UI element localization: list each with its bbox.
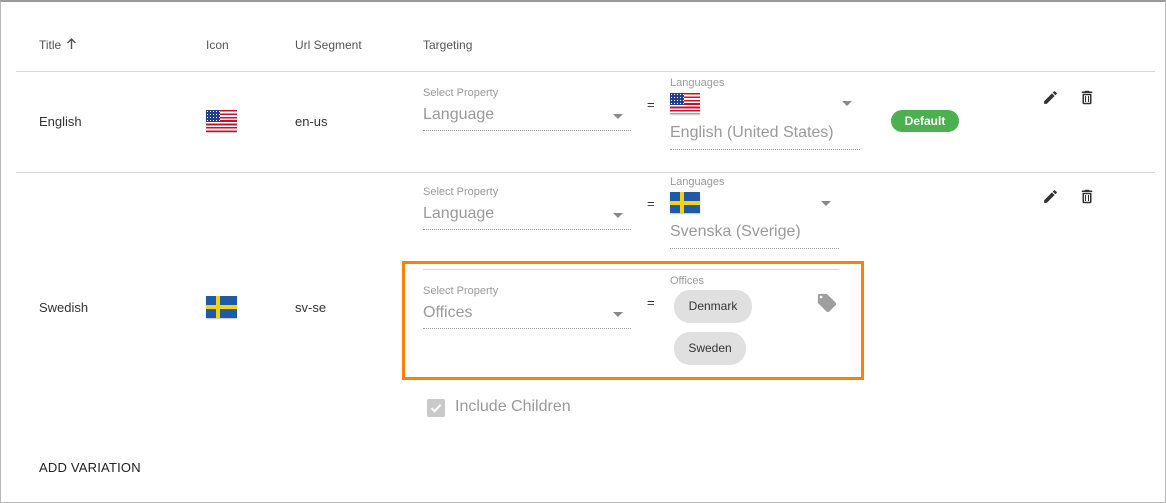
row-url: sv-se bbox=[295, 300, 327, 315]
delete-button[interactable] bbox=[1078, 187, 1096, 211]
header-divider bbox=[16, 71, 1155, 72]
trash-icon bbox=[1081, 189, 1093, 204]
pencil-icon bbox=[1044, 190, 1057, 203]
language-select-value[interactable]: English (United States) bbox=[670, 124, 834, 142]
languages-label: Languages bbox=[670, 77, 725, 89]
row-url: en-us bbox=[295, 114, 328, 129]
variations-panel: Title Icon Url Segment Targeting English… bbox=[0, 0, 1166, 503]
property-select-underline bbox=[423, 130, 631, 131]
se-flag bbox=[206, 296, 237, 318]
trash-icon bbox=[1081, 90, 1093, 105]
col-header-title[interactable]: Title bbox=[39, 38, 77, 52]
row-divider bbox=[16, 172, 1155, 173]
tag-button[interactable] bbox=[816, 292, 838, 319]
default-badge: Default bbox=[891, 110, 959, 132]
operator: = bbox=[647, 97, 655, 112]
pencil-icon bbox=[1044, 91, 1057, 104]
delete-button[interactable] bbox=[1078, 88, 1096, 112]
language-select-value[interactable]: Svenska (Sverige) bbox=[670, 223, 801, 241]
us-flag bbox=[670, 93, 700, 114]
us-flag bbox=[206, 110, 237, 132]
row-title: Swedish bbox=[39, 300, 89, 315]
offices-label: Offices bbox=[670, 275, 705, 287]
chevron-down-icon[interactable] bbox=[613, 114, 623, 119]
property-select-value[interactable]: Offices bbox=[423, 304, 473, 322]
language-select-underline bbox=[670, 248, 839, 249]
select-property-label: Select Property bbox=[423, 186, 499, 198]
property-select-underline bbox=[423, 328, 631, 329]
chevron-down-icon[interactable] bbox=[842, 101, 852, 106]
languages-label: Languages bbox=[670, 176, 725, 188]
property-select-value[interactable]: Language bbox=[423, 205, 494, 223]
edit-button[interactable] bbox=[1042, 188, 1059, 210]
operator: = bbox=[647, 295, 655, 310]
tag-icon bbox=[817, 293, 837, 313]
select-property-label: Select Property bbox=[423, 87, 499, 99]
checkbox-icon bbox=[430, 404, 442, 413]
se-flag bbox=[670, 192, 700, 213]
select-property-label: Select Property bbox=[423, 285, 499, 297]
row-title: English bbox=[39, 114, 82, 129]
col-header-icon: Icon bbox=[206, 38, 229, 52]
operator: = bbox=[647, 196, 655, 211]
property-select-value[interactable]: Language bbox=[423, 106, 494, 124]
targeting-divider bbox=[423, 269, 839, 270]
office-chip-denmark[interactable]: Denmark bbox=[674, 290, 752, 323]
col-header-url: Url Segment bbox=[295, 38, 362, 52]
include-children-checkbox[interactable] bbox=[427, 399, 445, 417]
property-select-underline bbox=[423, 229, 631, 230]
col-header-title-label: Title bbox=[39, 38, 62, 52]
add-variation-button[interactable]: ADD VARIATION bbox=[39, 460, 141, 475]
edit-button[interactable] bbox=[1042, 89, 1059, 111]
col-header-targeting: Targeting bbox=[423, 38, 473, 52]
include-children-label: Include Children bbox=[455, 398, 571, 415]
chevron-down-icon[interactable] bbox=[613, 213, 623, 218]
office-chip-sweden[interactable]: Sweden bbox=[674, 332, 746, 365]
chevron-down-icon[interactable] bbox=[821, 201, 831, 206]
chevron-down-icon[interactable] bbox=[613, 312, 623, 317]
language-select-underline bbox=[670, 149, 860, 150]
arrow-up-icon bbox=[66, 38, 76, 49]
